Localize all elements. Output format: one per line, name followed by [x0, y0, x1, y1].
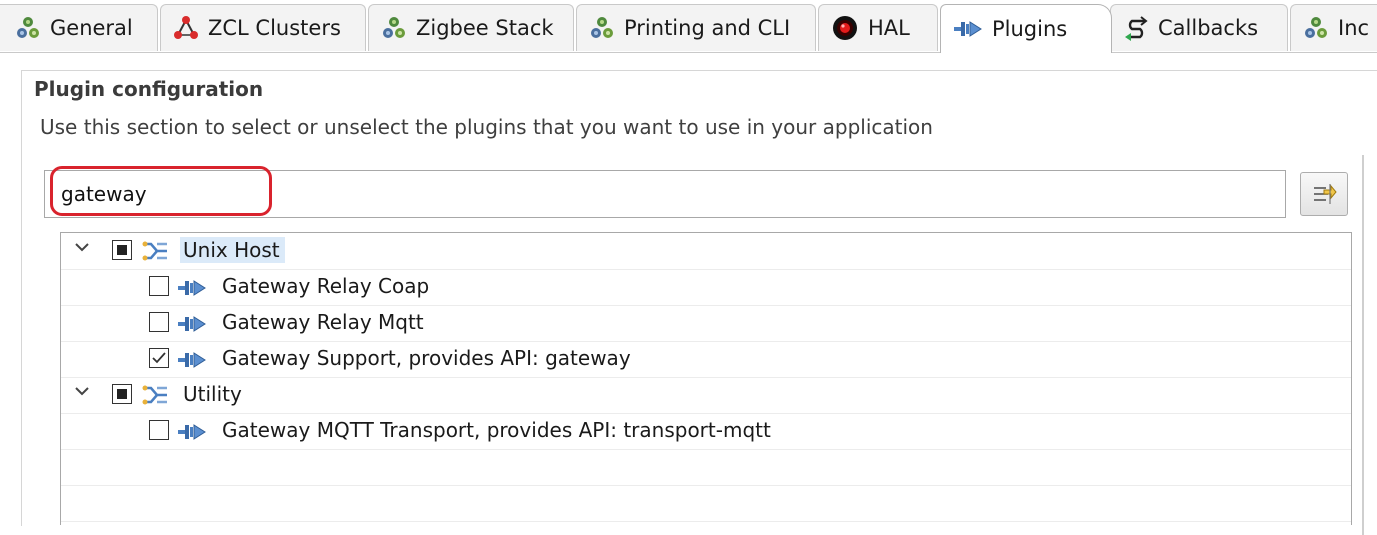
plugin-icon	[177, 349, 207, 371]
chevron-down-icon[interactable]	[75, 242, 89, 252]
panel-divider	[1362, 155, 1364, 535]
tree-item-label: Gateway Support, provides API: gateway	[222, 346, 631, 370]
group-checkbox[interactable]	[112, 384, 132, 404]
zcl-network-icon	[174, 16, 198, 39]
plugin-icon	[953, 18, 983, 40]
tree-empty-row	[61, 485, 1351, 522]
chevron-down-icon[interactable]	[75, 386, 89, 396]
tab-label: Printing and CLI	[624, 16, 791, 40]
plugin-tree[interactable]: Unix Host Gateway Relay Coap Gateway Rel…	[60, 232, 1352, 525]
tab-general[interactable]: General	[0, 4, 158, 51]
tree-item-label: Gateway Relay Coap	[222, 274, 430, 298]
plugin-checkbox[interactable]	[149, 420, 169, 440]
tab-label: Plugins	[992, 17, 1068, 41]
tab-label: ZCL Clusters	[208, 16, 341, 40]
plugin-icon	[177, 421, 207, 443]
plugin-checkbox[interactable]	[149, 348, 169, 368]
tree-item-label: Gateway MQTT Transport, provides API: tr…	[222, 418, 771, 442]
checkmark-icon	[152, 352, 166, 364]
tab-plugins[interactable]: Plugins	[940, 4, 1112, 53]
tree-group-label: Unix Host	[180, 237, 285, 263]
cluster-icon	[381, 15, 407, 41]
cluster-icon	[1303, 15, 1329, 41]
tab-label: Zigbee Stack	[416, 16, 554, 40]
tree-empty-row	[61, 449, 1351, 486]
tab-zcl-clusters[interactable]: ZCL Clusters	[160, 4, 366, 51]
tree-item-gateway-support[interactable]: Gateway Support, provides API: gateway	[61, 341, 1351, 378]
filter-arrows-icon	[1314, 184, 1337, 204]
editor-tab-bar: General ZCL Clusters Zigbee Stack Printi…	[0, 0, 1377, 53]
hal-record-icon	[833, 16, 857, 40]
tab-callbacks[interactable]: Callbacks	[1110, 4, 1288, 51]
tab-printing-and-cli[interactable]: Printing and CLI	[576, 4, 816, 51]
tree-group-label: Utility	[183, 382, 242, 406]
tree-group-unix-host[interactable]: Unix Host	[61, 233, 1351, 270]
callback-icon	[1125, 16, 1148, 41]
category-icon	[141, 382, 169, 408]
plugin-checkbox[interactable]	[149, 276, 169, 296]
tab-label: Callbacks	[1158, 16, 1259, 40]
cluster-icon	[589, 15, 615, 41]
tab-label: HAL	[868, 16, 910, 40]
tab-label: General	[50, 16, 133, 40]
tree-item-label: Gateway Relay Mqtt	[222, 310, 424, 334]
section-description: Use this section to select or unselect t…	[40, 115, 933, 139]
section-title: Plugin configuration	[34, 77, 264, 101]
tab-zigbee-stack[interactable]: Zigbee Stack	[368, 4, 574, 51]
tree-item-gateway-relay-coap[interactable]: Gateway Relay Coap	[61, 269, 1351, 306]
tree-item-gateway-mqtt-transport[interactable]: Gateway MQTT Transport, provides API: tr…	[61, 413, 1351, 450]
category-icon	[141, 238, 169, 264]
plugin-icon	[177, 277, 207, 299]
tab-hal[interactable]: HAL	[818, 4, 938, 51]
group-checkbox[interactable]	[112, 240, 132, 260]
tab-includes[interactable]: Inc	[1290, 4, 1377, 51]
cluster-icon	[15, 15, 41, 41]
plugin-checkbox[interactable]	[149, 312, 169, 332]
plugin-icon	[177, 313, 207, 335]
tree-group-utility[interactable]: Utility	[61, 377, 1351, 414]
tab-label: Inc	[1338, 16, 1370, 40]
plugin-filter-input[interactable]	[44, 170, 1286, 218]
tree-item-gateway-relay-mqtt[interactable]: Gateway Relay Mqtt	[61, 305, 1351, 342]
filter-options-button[interactable]	[1300, 172, 1348, 216]
